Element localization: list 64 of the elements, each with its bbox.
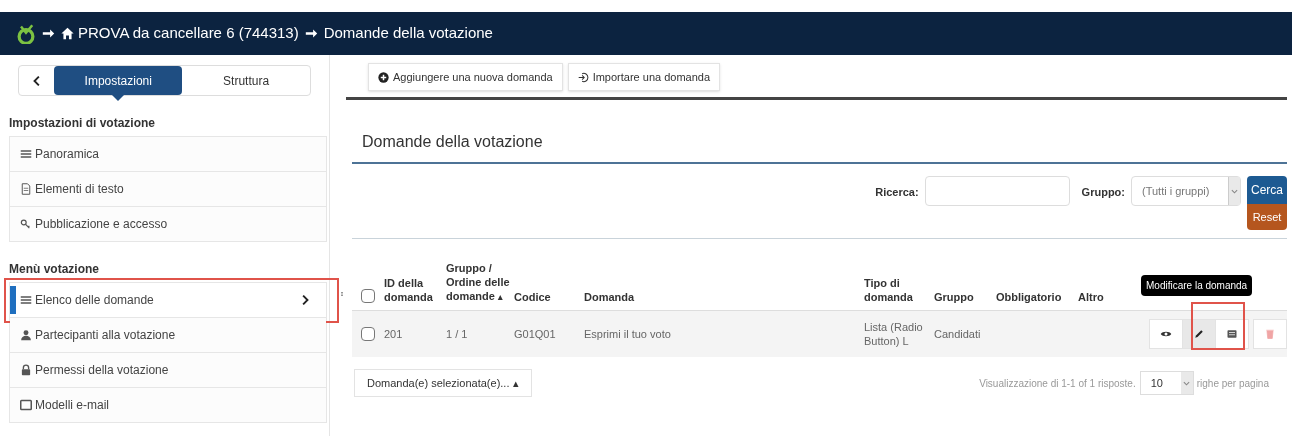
breadcrumb-link[interactable]: PROVA da cancellare 6 (744313): [78, 22, 299, 45]
pencil-icon: [1193, 328, 1205, 340]
table-cell-text: Candidati: [934, 327, 982, 341]
arrow-icon: [304, 27, 318, 40]
table-cell-text: Esprimi il tuo voto: [584, 327, 672, 341]
chevron-right-icon: [300, 295, 310, 305]
active-indicator: [10, 286, 16, 314]
group-select[interactable]: (Tutti i gruppi): [1131, 176, 1241, 206]
toolbar-button[interactable]: Aggiungere una nuova domanda: [368, 63, 563, 91]
window-icon: [1226, 328, 1238, 340]
arrow-icon: [42, 27, 55, 40]
list-icon: [20, 148, 32, 160]
tab-pointer: [112, 95, 125, 101]
caret-down-icon: [1183, 379, 1191, 387]
action-button[interactable]: [1182, 319, 1216, 349]
plus-icon: [378, 71, 389, 83]
column-header[interactable]: Tipo di domanda: [864, 276, 934, 304]
bulk-action-button[interactable]: Domanda(e) selezionata(e)... ▴: [354, 369, 532, 397]
lock-icon: [20, 364, 32, 376]
search-button[interactable]: Cerca: [1247, 176, 1287, 204]
page-size-label: righe per pagina: [1196, 376, 1269, 391]
action-button[interactable]: [1149, 319, 1183, 349]
page-size-select[interactable]: 10: [1139, 371, 1194, 395]
column-header[interactable]: Gruppo: [934, 290, 996, 304]
search-label: Ricerca:: [875, 185, 919, 200]
section-heading: Impostazioni di votazione: [9, 115, 156, 132]
logo-icon: [16, 23, 36, 44]
column-header[interactable]: Domanda: [584, 290, 864, 304]
window-icon: [20, 399, 32, 411]
action-button[interactable]: [1215, 319, 1249, 349]
sidebar-tab[interactable]: Impostazioni: [54, 66, 183, 95]
table-cell-text: G01Q01: [514, 327, 557, 341]
caret-down-icon: [1231, 187, 1238, 195]
home-icon: [61, 27, 74, 40]
pagination-summary: Visualizzazione di 1-1 of 1 risposte.: [979, 376, 1136, 391]
column-header[interactable]: Obbligatorio: [996, 290, 1078, 304]
chevron-left-icon: [31, 75, 42, 86]
column-header[interactable]: Gruppo / Ordine delle domande ▴: [446, 261, 514, 304]
toolbar-button[interactable]: Importare una domanda: [567, 63, 721, 91]
import-icon: [577, 71, 589, 83]
sidebar-tab[interactable]: Struttura: [182, 66, 310, 95]
table-row[interactable]: 201 1 / 1 G01Q01 Esprimi il tuo voto Lista (Radio Button) L Candidati: [352, 311, 1287, 357]
trash-icon: [1264, 328, 1276, 340]
column-header[interactable]: Altro: [1078, 290, 1128, 304]
table-cell-text: 201: [384, 327, 404, 341]
table-cell-text: Lista (Radio Button) L: [864, 320, 924, 348]
key-icon: [20, 218, 32, 230]
tooltip: Modificare la domanda: [1141, 275, 1253, 296]
user-icon: [20, 329, 32, 341]
select-all-checkbox[interactable]: [361, 289, 375, 303]
search-field[interactable]: [924, 176, 1070, 206]
document-icon: [20, 183, 32, 195]
group-label: Gruppo:: [1081, 185, 1125, 200]
row-checkbox[interactable]: [361, 327, 375, 341]
column-header[interactable]: Codice: [514, 290, 584, 304]
sort-icon[interactable]: ▴: [497, 292, 503, 302]
page-heading: Domande della votazione: [362, 132, 544, 152]
drag-handle-icon: [340, 289, 344, 299]
reset-button[interactable]: Reset: [1247, 204, 1287, 230]
table-cell-text: 1 / 1: [446, 327, 469, 341]
list-icon: [20, 294, 32, 306]
column-header[interactable]: ID della domanda: [384, 276, 446, 304]
section-heading: Menù votazione: [9, 261, 100, 278]
breadcrumb-current: Domande della votazione: [323, 23, 493, 44]
